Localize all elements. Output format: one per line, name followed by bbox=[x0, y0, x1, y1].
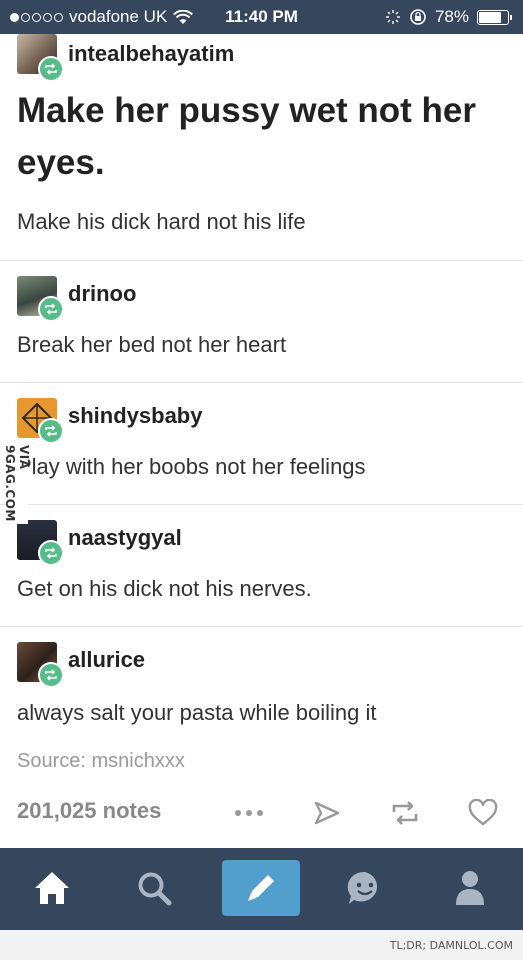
post-headline: Make her pussy wet not her eyes. bbox=[17, 91, 477, 182]
post-text: always salt your pasta while boiling it bbox=[17, 700, 377, 725]
reblog-badge-icon bbox=[38, 296, 64, 322]
reblog-entry: intealbehayatim Make her pussy wet not h… bbox=[0, 34, 523, 261]
reblog-badge-icon bbox=[38, 540, 64, 566]
post-text: Make his dick hard not his life bbox=[17, 209, 306, 234]
reblog-badge-icon bbox=[38, 662, 64, 688]
reblog-badge-icon bbox=[38, 56, 64, 82]
orientation-lock-icon bbox=[410, 9, 426, 25]
watermark-text: VIA 9GAG.COM bbox=[3, 445, 31, 522]
more-icon[interactable] bbox=[232, 796, 266, 830]
compose-icon[interactable] bbox=[222, 860, 300, 916]
messaging-icon[interactable] bbox=[335, 858, 395, 918]
share-icon[interactable] bbox=[310, 796, 344, 830]
reblog-entry: naastygyal Get on his dick not his nerve… bbox=[0, 504, 523, 627]
account-icon[interactable] bbox=[440, 858, 500, 918]
battery-percent: 78% bbox=[434, 7, 469, 26]
footer-credit: TL;DR; DAMNLOL.COM bbox=[0, 930, 523, 960]
footer-text: TL;DR; DAMNLOL.COM bbox=[389, 939, 513, 952]
post-text: Get on his dick not his nerves. bbox=[17, 576, 312, 601]
brightness-icon bbox=[385, 10, 400, 24]
username[interactable]: shindysbaby bbox=[68, 403, 202, 429]
username[interactable]: drinoo bbox=[68, 281, 136, 307]
username[interactable]: allurice bbox=[68, 647, 145, 673]
home-icon[interactable] bbox=[22, 858, 82, 918]
notes-count[interactable]: 201,025 notes bbox=[17, 798, 161, 824]
reblog-icon[interactable] bbox=[388, 796, 422, 830]
tab-bar bbox=[0, 848, 523, 930]
username[interactable]: naastygyal bbox=[68, 525, 182, 551]
reblog-entry: shindysbaby Play with her boobs not her … bbox=[0, 382, 523, 505]
battery-icon bbox=[477, 9, 512, 25]
status-bar: vodafone UK 11:40 PM 78% bbox=[0, 0, 523, 34]
reblog-badge-icon bbox=[38, 418, 64, 444]
watermark: VIA 9GAG.COM bbox=[3, 440, 31, 524]
post-text: Play with her boobs not her feelings bbox=[17, 454, 366, 479]
post-source[interactable]: Source: msnichxxx bbox=[17, 750, 185, 773]
search-icon[interactable] bbox=[124, 858, 184, 918]
like-icon[interactable] bbox=[466, 796, 500, 830]
username[interactable]: intealbehayatim bbox=[68, 41, 234, 67]
reblog-entry: drinoo Break her bed not her heart bbox=[0, 260, 523, 383]
post-text: Break her bed not her heart bbox=[17, 332, 287, 357]
